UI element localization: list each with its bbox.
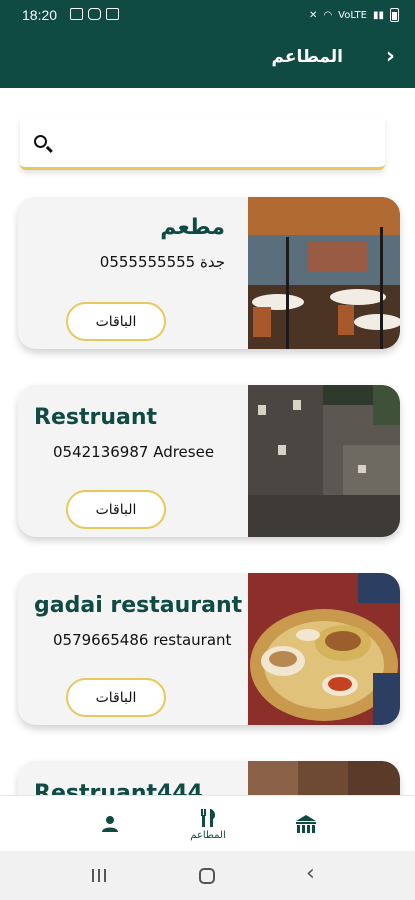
search-input[interactable] [60,128,370,158]
search-bar[interactable] [20,118,385,170]
back-chevron-icon[interactable]: › [386,44,395,69]
bottom-navigation: المطاعم [0,795,415,851]
restaurant-name: Restruant [34,405,158,430]
restaurant-card[interactable]: Restruant 0542136987 Adresee الباقات [18,385,400,537]
restaurant-photo [248,197,400,349]
back-icon[interactable]: ‹ [306,861,315,886]
restaurant-details: جدة 0555555555 [99,253,225,271]
gallery-icon [70,8,83,20]
fork-knife-icon [201,808,216,827]
signal-icon: ▮▮ [372,9,384,21]
wifi-icon: ◠ [323,9,333,21]
nav-restaurants-label: المطاعم [190,829,226,841]
restaurant-name: gadai restaurant [34,593,243,618]
restaurant-card[interactable]: gadai restaurant 0579665486 restaurant ا… [18,573,400,725]
packages-button[interactable]: الباقات [66,490,166,529]
nav-home[interactable] [288,796,324,852]
restaurant-photo [248,385,400,537]
heritage-building-icon [296,815,316,833]
app-bar: المطاعم › [0,30,415,88]
notification-icons [70,8,119,20]
instagram-icon [88,8,101,20]
recents-icon[interactable] [92,869,106,882]
battery-icon [390,8,399,22]
restaurant-name: مطعم [160,215,225,240]
person-icon [102,816,118,832]
home-icon[interactable] [199,868,215,884]
packages-button[interactable]: الباقات [66,678,166,717]
status-time: 18:20 [22,7,58,23]
app-notification-icon [106,8,119,20]
nav-restaurants[interactable]: المطاعم [180,796,236,852]
restaurant-details: 0579665486 restaurant [53,631,232,649]
search-icon [34,135,47,148]
system-navigation-bar: ‹ [0,851,415,900]
volte-label: VoLTE [338,9,367,21]
restaurant-card[interactable]: مطعم جدة 0555555555 الباقات [18,197,400,349]
page-title: المطاعم [271,47,344,67]
nav-profile[interactable] [90,796,130,852]
system-icons: ✕ ◠ VoLTE ▮▮ [309,8,399,22]
restaurant-photo [248,573,400,725]
restaurant-details: 0542136987 Adresee [53,443,215,461]
status-bar: 18:20 ✕ ◠ VoLTE ▮▮ [0,0,415,30]
packages-button[interactable]: الباقات [66,302,166,341]
mute-icon: ✕ [309,9,318,21]
